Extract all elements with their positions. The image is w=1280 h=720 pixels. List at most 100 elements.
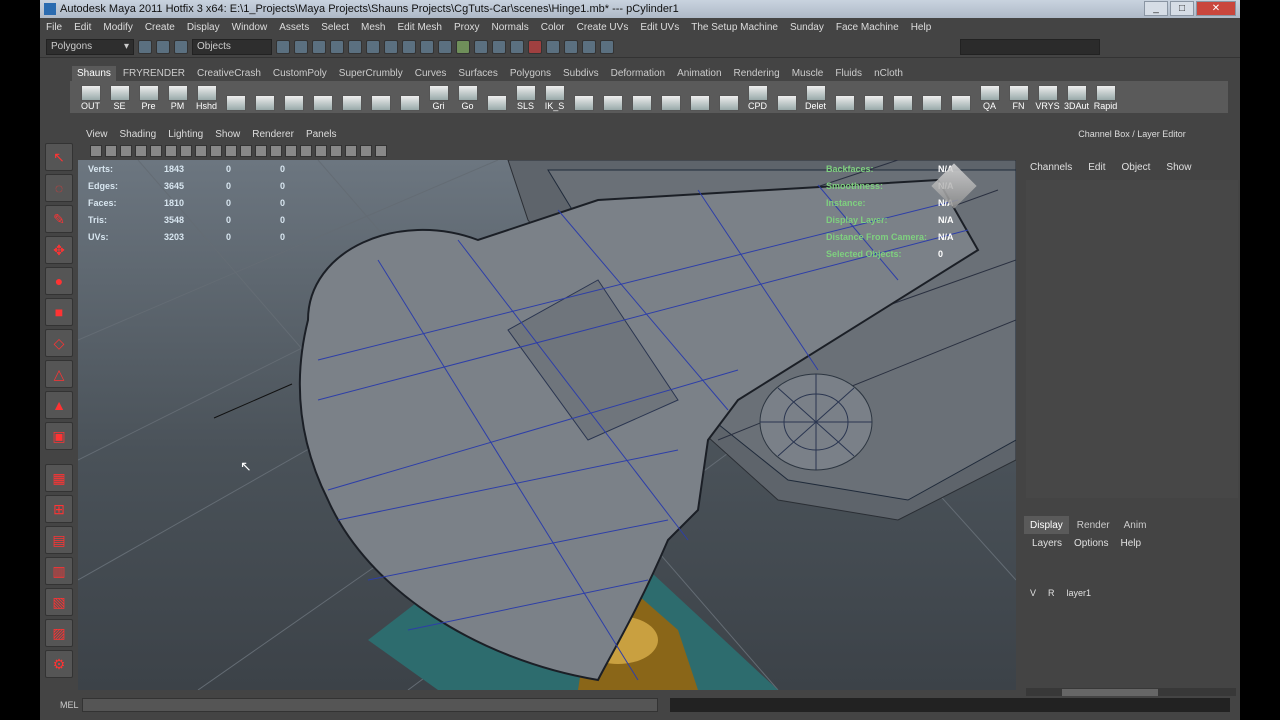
menu-file[interactable]: File	[46, 22, 62, 33]
menu-select[interactable]: Select	[321, 22, 349, 33]
layer-reference-toggle[interactable]: R	[1048, 588, 1055, 598]
selection-mode-dropdown[interactable]: Objects	[192, 38, 272, 55]
ipr-render-icon[interactable]	[582, 39, 596, 54]
shelf-button[interactable]	[368, 83, 393, 111]
hypershade-layout-icon[interactable]: ▧	[45, 588, 73, 616]
xray-icon[interactable]	[360, 145, 372, 157]
wireframe-on-shaded-icon[interactable]	[285, 145, 297, 157]
shelf-button[interactable]: Pre	[136, 83, 161, 111]
mask-handle-icon[interactable]	[330, 39, 344, 54]
panel-menu-show[interactable]: Show	[215, 129, 240, 140]
shelf-button[interactable]	[571, 83, 596, 111]
menu-edit-uvs[interactable]: Edit UVs	[640, 22, 679, 33]
shelf-button[interactable]	[310, 83, 335, 111]
shelf-button[interactable]: IK_S	[542, 83, 567, 111]
select-tool-icon[interactable]: ↖	[45, 143, 73, 171]
last-tool-icon[interactable]: △	[45, 360, 73, 388]
construction-history-icon[interactable]	[528, 39, 542, 54]
panel-menu-lighting[interactable]: Lighting	[168, 129, 203, 140]
bookmark-icon[interactable]	[120, 145, 132, 157]
film-gate-icon[interactable]	[165, 145, 177, 157]
shelf-tab-animation[interactable]: Animation	[672, 66, 726, 81]
rotate-tool-icon[interactable]: ●	[45, 267, 73, 295]
menu-sunday[interactable]: Sunday	[790, 22, 824, 33]
shelf-button[interactable]: 3DAut	[1064, 83, 1089, 111]
shelf-button[interactable]	[716, 83, 741, 111]
quick-select-field[interactable]	[960, 38, 1100, 55]
mask-curve-icon[interactable]	[366, 39, 380, 54]
shelf-tab-subdivs[interactable]: Subdivs	[558, 66, 604, 81]
panel-menu-renderer[interactable]: Renderer	[252, 129, 294, 140]
layer-menu-help[interactable]: Help	[1120, 538, 1141, 549]
menu-assets[interactable]: Assets	[279, 22, 309, 33]
persp-graph-layout-icon[interactable]: ▥	[45, 557, 73, 585]
menu-create-uvs[interactable]: Create UVs	[577, 22, 629, 33]
snap-grid-icon[interactable]	[474, 39, 488, 54]
mask-render-icon[interactable]	[438, 39, 452, 54]
shelf-button[interactable]	[600, 83, 625, 111]
menu-color[interactable]: Color	[541, 22, 565, 33]
shelf-button[interactable]	[658, 83, 683, 111]
panel-menu-shading[interactable]: Shading	[120, 129, 157, 140]
isolate-select-icon[interactable]	[345, 145, 357, 157]
menu-display[interactable]: Display	[187, 22, 220, 33]
xray-joints-icon[interactable]	[375, 145, 387, 157]
gate-mask-icon[interactable]	[195, 145, 207, 157]
shelf-button[interactable]	[890, 83, 915, 111]
cb-menu-edit[interactable]: Edit	[1088, 162, 1105, 173]
quick-layout-icon[interactable]: ⚙	[45, 650, 73, 678]
mask-surface-icon[interactable]	[384, 39, 398, 54]
grid-toggle-icon[interactable]	[150, 145, 162, 157]
shelf-button[interactable]	[339, 83, 364, 111]
custom-tool-2-icon[interactable]: ▣	[45, 422, 73, 450]
render-settings-icon[interactable]	[600, 39, 614, 54]
render-current-icon[interactable]	[564, 39, 578, 54]
textured-icon[interactable]	[300, 145, 312, 157]
field-chart-icon[interactable]	[210, 145, 222, 157]
layer-menu-layers[interactable]: Layers	[1032, 538, 1062, 549]
new-scene-icon[interactable]	[138, 39, 152, 54]
layer-menu-options[interactable]: Options	[1074, 538, 1108, 549]
snap-curve-icon[interactable]	[492, 39, 506, 54]
shelf-button[interactable]: VRYS	[1035, 83, 1060, 111]
select-component-icon[interactable]	[312, 39, 326, 54]
image-plane-icon[interactable]	[135, 145, 147, 157]
single-perspective-layout-icon[interactable]: ▦	[45, 464, 73, 492]
layer-name[interactable]: layer1	[1067, 588, 1092, 598]
shelf-button[interactable]	[223, 83, 248, 111]
shelf-button[interactable]	[397, 83, 422, 111]
menu-normals[interactable]: Normals	[492, 22, 529, 33]
shelf-button[interactable]	[832, 83, 857, 111]
channel-box-area[interactable]	[1026, 180, 1238, 498]
menu-proxy[interactable]: Proxy	[454, 22, 480, 33]
menu-window[interactable]: Window	[232, 22, 268, 33]
persp-outliner-layout-icon[interactable]: ▤	[45, 526, 73, 554]
mask-dynamic-icon[interactable]	[420, 39, 434, 54]
shelf-button[interactable]: QA	[977, 83, 1002, 111]
shelf-button[interactable]: SLS	[513, 83, 538, 111]
menu-modify[interactable]: Modify	[103, 22, 132, 33]
shelf-tab-ncloth[interactable]: nCloth	[869, 66, 908, 81]
shelf-tab-shauns[interactable]: Shauns	[72, 66, 116, 81]
maximize-button[interactable]: □	[1170, 1, 1194, 16]
shelf-tab-fryrender[interactable]: FRYRENDER	[118, 66, 190, 81]
shelf-tab-creativecrash[interactable]: CreativeCrash	[192, 66, 266, 81]
scale-tool-icon[interactable]: ■	[45, 298, 73, 326]
cb-menu-object[interactable]: Object	[1122, 162, 1151, 173]
select-object-icon[interactable]	[294, 39, 308, 54]
shelf-button[interactable]	[919, 83, 944, 111]
shelf-button[interactable]	[687, 83, 712, 111]
layer-tab-display[interactable]: Display	[1024, 516, 1069, 534]
shelf-tab-deformation[interactable]: Deformation	[606, 66, 670, 81]
safe-action-icon[interactable]	[225, 145, 237, 157]
paint-select-tool-icon[interactable]: ✎	[45, 205, 73, 233]
shelf-tab-custompoly[interactable]: CustomPoly	[268, 66, 332, 81]
camera-select-icon[interactable]	[90, 145, 102, 157]
mask-joint-icon[interactable]	[348, 39, 362, 54]
shelf-button[interactable]	[774, 83, 799, 111]
wireframe-icon[interactable]	[255, 145, 267, 157]
shelf-button[interactable]	[629, 83, 654, 111]
cb-menu-channels[interactable]: Channels	[1030, 162, 1072, 173]
shelf-button[interactable]: Gri	[426, 83, 451, 111]
snap-point-icon[interactable]	[510, 39, 524, 54]
